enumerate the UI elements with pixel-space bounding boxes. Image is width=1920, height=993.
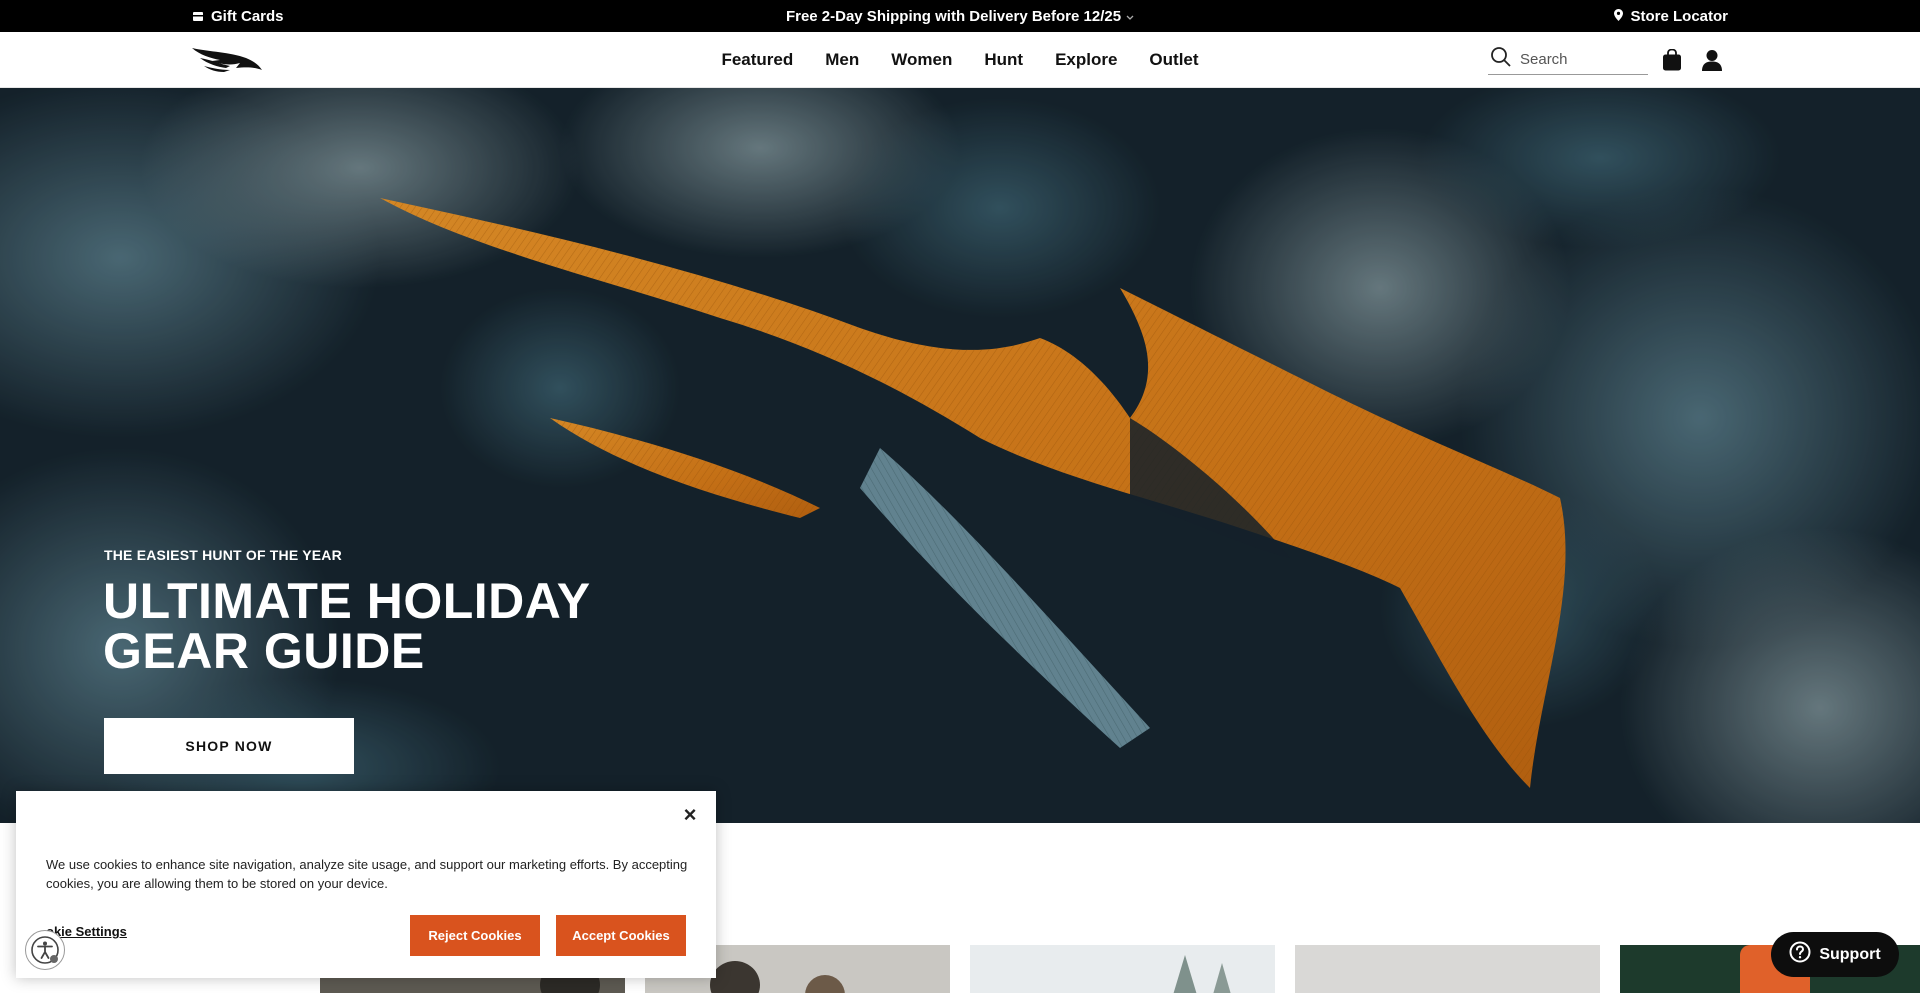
category-card-image — [970, 945, 1275, 993]
hero-background-image — [0, 88, 1920, 823]
reject-cookies-button[interactable]: Reject Cookies — [410, 915, 540, 956]
category-card-image — [1295, 945, 1600, 993]
shop-now-button[interactable]: SHOP NOW — [104, 718, 354, 774]
cart-icon[interactable] — [1660, 48, 1684, 72]
accessibility-icon[interactable] — [25, 930, 65, 970]
close-icon[interactable]: × — [678, 803, 702, 827]
hero-eyebrow: THE EASIEST HUNT OF THE YEAR — [104, 547, 342, 563]
accept-cookies-button[interactable]: Accept Cookies — [556, 915, 686, 956]
hero-headline: ULTIMATE HOLIDAY GEAR GUIDE — [103, 576, 623, 676]
cookie-text: We use cookies to enhance site navigatio… — [46, 857, 688, 891]
nav-explore[interactable]: Explore — [1055, 50, 1117, 70]
search-icon[interactable] — [1490, 46, 1512, 73]
account-icon[interactable] — [1700, 48, 1724, 72]
search-bar — [1488, 45, 1648, 75]
chevron-down-icon — [1126, 8, 1134, 25]
site-header: Featured Men Women Hunt Explore Outlet — [0, 32, 1920, 88]
nav-featured[interactable]: Featured — [721, 50, 793, 70]
hero-headline-line1: ULTIMATE HOLIDAY — [103, 573, 591, 629]
nav-women[interactable]: Women — [891, 50, 952, 70]
nav-outlet[interactable]: Outlet — [1149, 50, 1198, 70]
brand-logo-icon[interactable] — [190, 46, 264, 74]
support-button[interactable]: Support — [1771, 932, 1899, 977]
hero-headline-line2: GEAR GUIDE — [103, 623, 425, 679]
category-card[interactable] — [1295, 945, 1600, 993]
store-locator-label: Store Locator — [1630, 7, 1728, 25]
search-input[interactable] — [1520, 51, 1640, 68]
category-card[interactable] — [970, 945, 1275, 993]
support-label: Support — [1819, 945, 1881, 963]
nav-hunt[interactable]: Hunt — [984, 50, 1023, 70]
utility-bar: Gift Cards Free 2-Day Shipping with Deli… — [0, 0, 1920, 32]
promo-text: Free 2-Day Shipping with Delivery Before… — [785, 7, 1122, 25]
store-locator-link[interactable]: Store Locator — [1614, 0, 1728, 32]
nav-men[interactable]: Men — [825, 50, 859, 70]
map-pin-icon — [1614, 8, 1624, 25]
cookie-banner: × We use cookies to enhance site navigat… — [16, 791, 716, 978]
help-icon — [1789, 941, 1811, 968]
hero-banner[interactable]: THE EASIEST HUNT OF THE YEAR ULTIMATE HO… — [0, 88, 1920, 823]
